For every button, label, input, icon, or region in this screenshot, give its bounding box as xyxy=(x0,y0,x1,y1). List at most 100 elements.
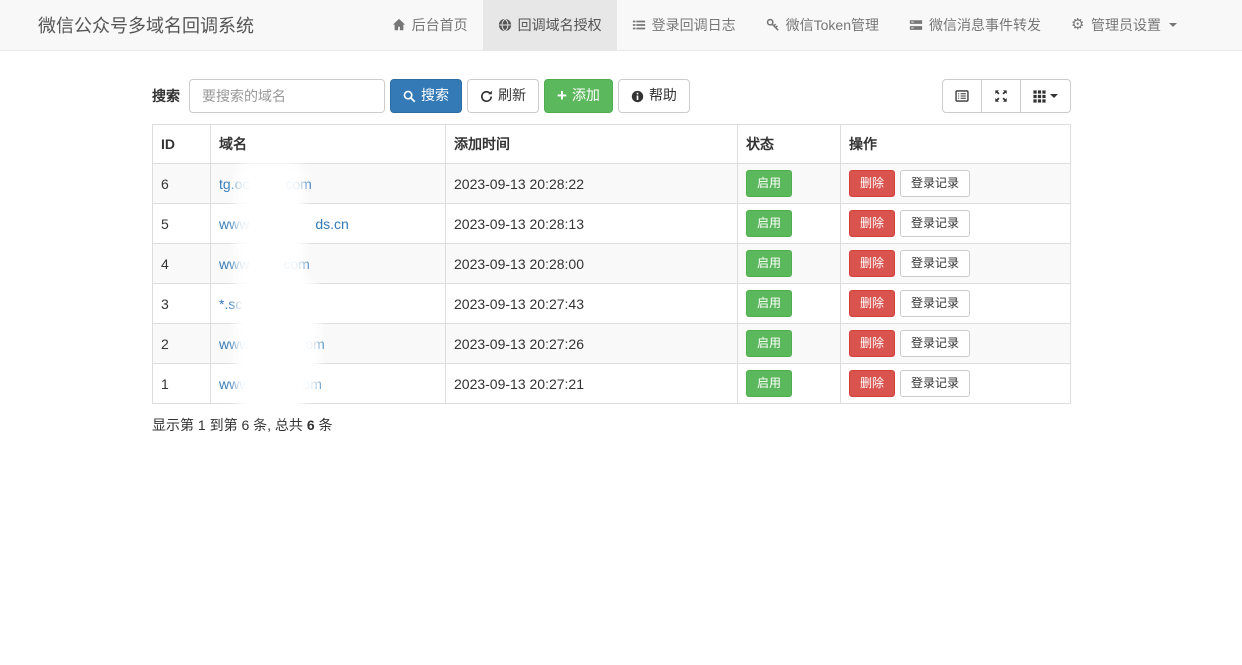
delete-button[interactable]: 删除 xyxy=(849,250,895,277)
delete-button[interactable]: 删除 xyxy=(849,370,895,397)
cell-added-time: 2023-09-13 20:28:22 xyxy=(446,164,738,204)
status-enabled-button[interactable]: 启用 xyxy=(746,330,792,357)
status-enabled-button[interactable]: 启用 xyxy=(746,290,792,317)
cell-domain: wwwds.cn xyxy=(211,204,446,244)
cell-domain: tg.occom xyxy=(211,164,446,204)
table-toolbar: 搜索 搜索 刷新 + 添加 帮助 xyxy=(152,79,1071,113)
tasks-icon xyxy=(909,18,923,32)
main-menu: 后台首页 回调域名授权 登录回调日志 微信Token管理 微信消息事件转发 xyxy=(377,0,1192,50)
censored-text xyxy=(252,384,302,385)
table-row: 4 wwwcom 2023-09-13 20:28:00 启用 删除登录记录 xyxy=(153,244,1071,284)
fullscreen-icon xyxy=(994,89,1008,103)
key-icon xyxy=(766,18,780,32)
globe-icon xyxy=(498,18,512,32)
table-header-row: ID 域名 添加时间 状态 操作 xyxy=(153,125,1071,164)
cell-id: 2 xyxy=(153,324,211,364)
status-enabled-button[interactable]: 启用 xyxy=(746,250,792,277)
status-enabled-button[interactable]: 启用 xyxy=(746,370,792,397)
cell-actions: 删除登录记录 xyxy=(841,284,1071,324)
cell-added-time: 2023-09-13 20:27:21 xyxy=(446,364,738,404)
column-header-domain: 域名 xyxy=(211,125,446,164)
censored-text xyxy=(242,304,312,305)
pagination-summary: 显示第 1 到第 6 条, 总共 6 条 xyxy=(152,415,1071,435)
cell-actions: 删除登录记录 xyxy=(841,164,1071,204)
cell-status: 启用 xyxy=(738,204,841,244)
search-icon xyxy=(403,90,416,103)
login-records-button[interactable]: 登录记录 xyxy=(900,250,970,277)
plus-icon: + xyxy=(557,89,567,103)
domains-table: ID 域名 添加时间 状态 操作 6 tg.occom 2023-09-13 2… xyxy=(152,124,1071,404)
domain-link[interactable]: www.om xyxy=(219,376,322,392)
table-row: 5 wwwds.cn 2023-09-13 20:28:13 启用 删除登录记录 xyxy=(153,204,1071,244)
table-row: 3 *.sc 2023-09-13 20:27:43 启用 删除登录记录 xyxy=(153,284,1071,324)
search-group: 搜索 搜索 刷新 + 添加 帮助 xyxy=(152,79,690,113)
censored-text xyxy=(249,344,305,345)
table-row: 1 www.om 2023-09-13 20:27:21 启用 删除登录记录 xyxy=(153,364,1071,404)
search-label: 搜索 xyxy=(152,86,180,106)
add-button[interactable]: + 添加 xyxy=(544,79,613,113)
domain-link[interactable]: wwwds.cn xyxy=(219,216,349,232)
domain-link[interactable]: wwwcom xyxy=(219,256,310,272)
cell-id: 3 xyxy=(153,284,211,324)
nav-item-home[interactable]: 后台首页 xyxy=(377,0,483,50)
censored-text xyxy=(249,224,315,225)
censored-text xyxy=(249,264,283,265)
cell-added-time: 2023-09-13 20:28:13 xyxy=(446,204,738,244)
table-row: 2 wwwom 2023-09-13 20:27:26 启用 删除登录记录 xyxy=(153,324,1071,364)
nav-item-token-manage[interactable]: 微信Token管理 xyxy=(751,0,894,50)
login-records-button[interactable]: 登录记录 xyxy=(900,290,970,317)
home-icon xyxy=(392,18,406,32)
fullscreen-button[interactable] xyxy=(981,79,1021,113)
delete-button[interactable]: 删除 xyxy=(849,290,895,317)
toggle-view-button[interactable] xyxy=(942,79,982,113)
columns-button[interactable] xyxy=(1020,79,1071,113)
cell-status: 启用 xyxy=(738,164,841,204)
gear-icon: ⚙ xyxy=(1071,18,1085,32)
domain-link[interactable]: wwwom xyxy=(219,336,325,352)
help-button[interactable]: 帮助 xyxy=(618,79,690,113)
cell-status: 启用 xyxy=(738,364,841,404)
nav-item-label: 回调域名授权 xyxy=(518,15,602,35)
delete-button[interactable]: 删除 xyxy=(849,330,895,357)
domain-link[interactable]: tg.occom xyxy=(219,176,312,192)
refresh-button[interactable]: 刷新 xyxy=(467,79,539,113)
cell-actions: 删除登录记录 xyxy=(841,324,1071,364)
list-icon xyxy=(632,18,646,32)
login-records-button[interactable]: 登录记录 xyxy=(900,170,970,197)
list-alt-icon xyxy=(955,89,969,103)
login-records-button[interactable]: 登录记录 xyxy=(900,330,970,357)
nav-item-login-logs[interactable]: 登录回调日志 xyxy=(617,0,751,50)
cell-id: 1 xyxy=(153,364,211,404)
search-input[interactable] xyxy=(189,79,385,113)
nav-item-label: 后台首页 xyxy=(412,15,468,35)
nav-item-label: 登录回调日志 xyxy=(652,15,736,35)
cell-actions: 删除登录记录 xyxy=(841,204,1071,244)
nav-item-label: 微信Token管理 xyxy=(786,15,879,35)
status-enabled-button[interactable]: 启用 xyxy=(746,210,792,237)
top-navbar: 微信公众号多域名回调系统 后台首页 回调域名授权 登录回调日志 微信Token管… xyxy=(0,0,1242,51)
search-button[interactable]: 搜索 xyxy=(390,79,462,113)
cell-domain: *.sc xyxy=(211,284,446,324)
nav-item-callback-domains[interactable]: 回调域名授权 xyxy=(483,0,617,50)
cell-status: 启用 xyxy=(738,244,841,284)
cell-status: 启用 xyxy=(738,284,841,324)
domain-link[interactable]: *.sc xyxy=(219,296,312,312)
nav-item-message-forward[interactable]: 微信消息事件转发 xyxy=(894,0,1056,50)
chevron-down-icon xyxy=(1169,23,1177,27)
login-records-button[interactable]: 登录记录 xyxy=(900,210,970,237)
delete-button[interactable]: 删除 xyxy=(849,210,895,237)
cell-actions: 删除登录记录 xyxy=(841,364,1071,404)
status-enabled-button[interactable]: 启用 xyxy=(746,170,792,197)
column-header-actions: 操作 xyxy=(841,125,1071,164)
cell-actions: 删除登录记录 xyxy=(841,244,1071,284)
chevron-down-icon xyxy=(1050,94,1058,98)
nav-item-admin-settings[interactable]: ⚙ 管理员设置 xyxy=(1056,0,1192,50)
cell-id: 6 xyxy=(153,164,211,204)
cell-id: 5 xyxy=(153,204,211,244)
cell-added-time: 2023-09-13 20:28:00 xyxy=(446,244,738,284)
column-header-status: 状态 xyxy=(738,125,841,164)
app-title: 微信公众号多域名回调系统 xyxy=(38,0,254,50)
delete-button[interactable]: 删除 xyxy=(849,170,895,197)
login-records-button[interactable]: 登录记录 xyxy=(900,370,970,397)
cell-id: 4 xyxy=(153,244,211,284)
